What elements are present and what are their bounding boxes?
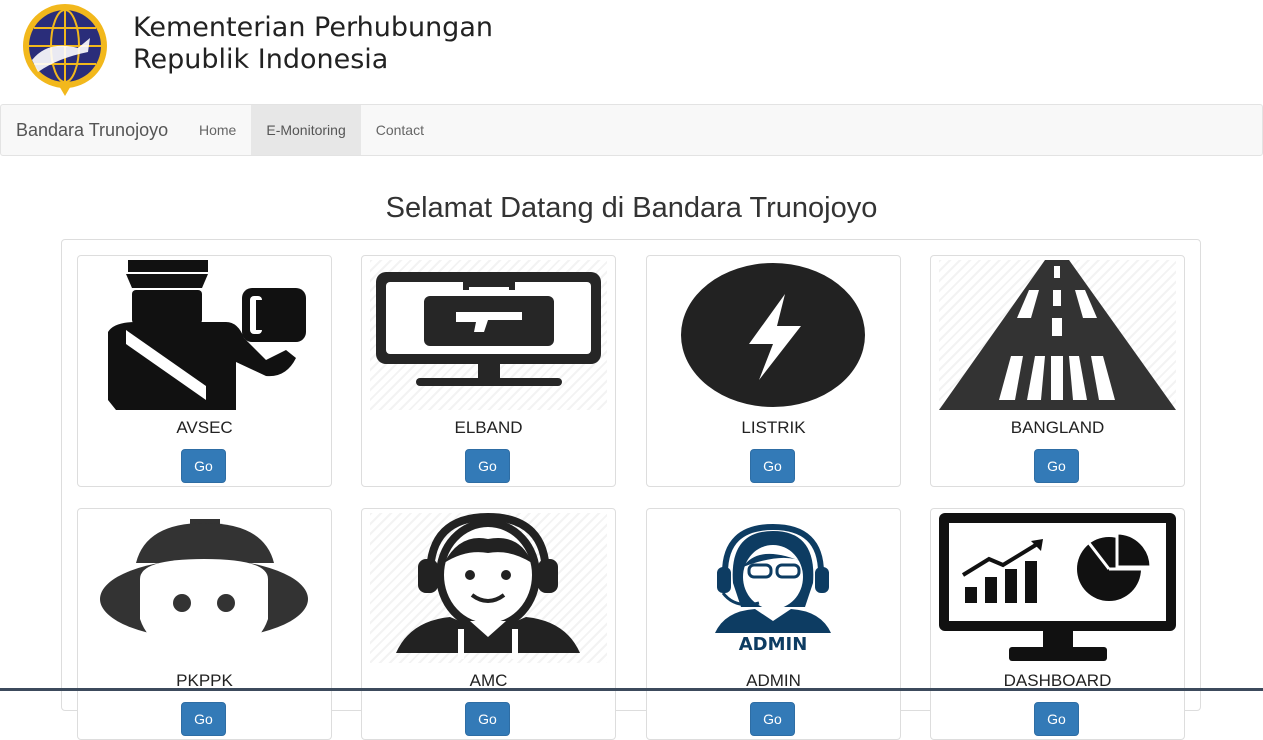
monitoring-panel: AVSEC Go ELBAND Go LISTRIK Go BANGLAND G… — [61, 239, 1201, 740]
runway-icon — [939, 260, 1176, 410]
page-header: Kementerian Perhubungan Republik Indones… — [0, 0, 1263, 104]
go-button-pkppk[interactable]: Go — [181, 702, 226, 736]
go-button-avsec[interactable]: Go — [181, 449, 226, 483]
card-amc: AMC Go — [361, 508, 616, 740]
card-pkppk: PKPPK Go — [77, 508, 332, 740]
headset-operator-icon — [370, 513, 607, 663]
org-name-line1: Kementerian Perhubungan — [133, 12, 493, 43]
navbar: Bandara Trunojoyo Home E-Monitoring Cont… — [0, 104, 1263, 156]
page-title: Selamat Datang di Bandara Trunojoyo — [385, 192, 878, 224]
xray-monitor-icon — [370, 260, 607, 410]
admin-badge-text: ADMIN — [739, 634, 808, 655]
admin-operator-icon: ADMIN — [715, 523, 831, 655]
card-label: AVSEC — [176, 418, 233, 437]
kemenhub-logo-icon — [23, 4, 107, 96]
card-listrik: LISTRIK Go — [646, 255, 901, 487]
card-label: LISTRIK — [741, 418, 806, 437]
go-button-amc[interactable]: Go — [465, 702, 510, 736]
card-label: BANGLAND — [1010, 418, 1105, 437]
card-bangland: BANGLAND Go — [930, 255, 1185, 487]
card-label: ELBAND — [454, 418, 523, 437]
card-avsec: AVSEC Go — [77, 255, 332, 487]
firefighter-icon — [100, 519, 308, 655]
go-button-dashboard[interactable]: Go — [1034, 702, 1079, 736]
go-button-elband[interactable]: Go — [465, 449, 510, 483]
organization-name: Kementerian Perhubungan Republik Indones… — [133, 12, 493, 76]
dashboard-monitor-icon — [939, 513, 1176, 661]
go-button-admin[interactable]: Go — [750, 702, 795, 736]
nav-item-e-monitoring[interactable]: E-Monitoring — [251, 105, 361, 155]
nav-menu: Home E-Monitoring Contact — [184, 105, 439, 155]
nav-item-contact[interactable]: Contact — [361, 105, 439, 155]
org-name-line2: Republik Indonesia — [133, 44, 389, 75]
lightning-icon — [681, 263, 865, 407]
nav-item-home[interactable]: Home — [184, 105, 251, 155]
navbar-brand[interactable]: Bandara Trunojoyo — [16, 105, 168, 155]
go-button-listrik[interactable]: Go — [750, 449, 795, 483]
card-admin: ADMIN ADMIN Go — [646, 508, 901, 740]
card-dashboard: DASHBOARD Go — [930, 508, 1185, 740]
security-officer-icon — [108, 260, 306, 410]
card-elband: ELBAND Go — [361, 255, 616, 487]
go-button-bangland[interactable]: Go — [1034, 449, 1079, 483]
